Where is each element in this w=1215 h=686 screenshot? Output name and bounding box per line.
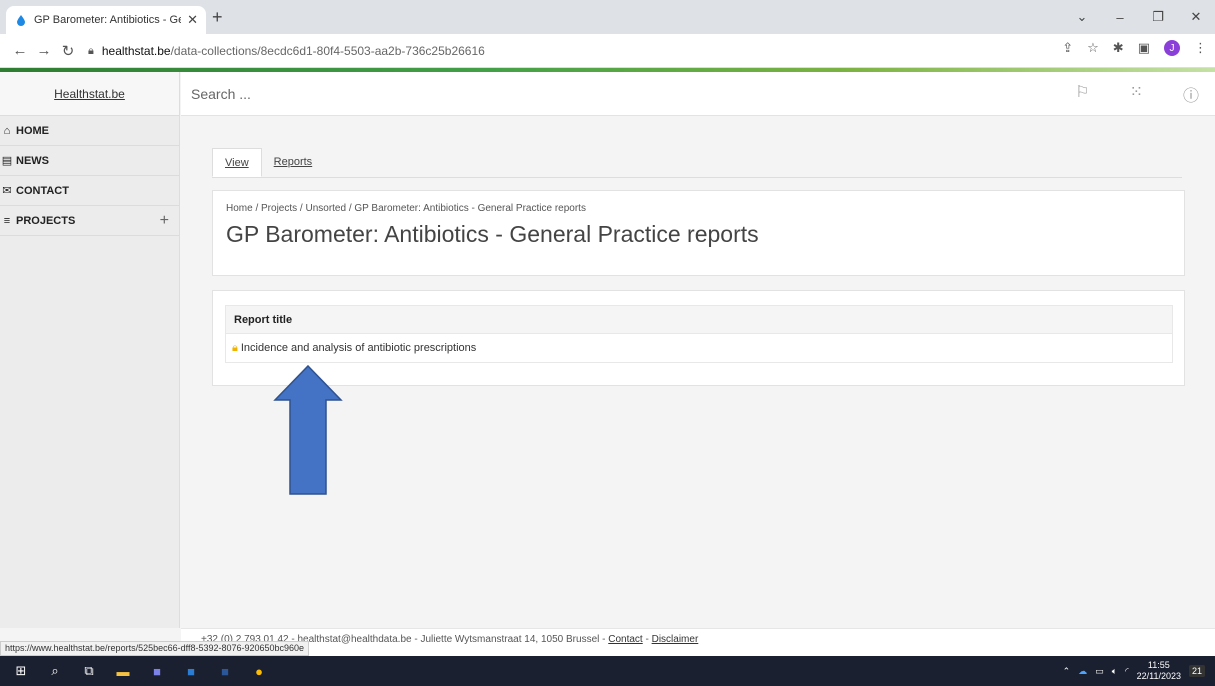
minimize-icon[interactable]: – (1101, 10, 1139, 25)
news-icon: ▤ (1, 155, 13, 167)
brand-link[interactable]: Healthstat.be (54, 87, 125, 101)
breadcrumb[interactable]: Home / Projects / Unsorted / GP Baromete… (226, 203, 586, 214)
sidebar-item-contact[interactable]: ✉ CONTACT (0, 176, 179, 206)
flag-icon[interactable]: ⚐ (1075, 82, 1089, 106)
page-title: GP Barometer: Antibiotics - General Prac… (226, 221, 759, 247)
sidebar-item-label: PROJECTS (16, 214, 76, 227)
chrome-icon[interactable]: ● (246, 660, 272, 682)
chevron-up-icon[interactable]: ⌃ (1063, 666, 1071, 677)
home-icon: ⌂ (3, 124, 11, 137)
system-tray: ⌃ ☁ ▭ 🔈︎ ◜ 11:55 22/11/2023 21 (1063, 656, 1205, 686)
menu-icon[interactable]: ⋮ (1194, 40, 1207, 56)
chevron-down-icon[interactable]: ⌄ (1063, 9, 1101, 25)
teams-icon[interactable]: ■ (144, 660, 170, 682)
notifications-badge[interactable]: 21 (1188, 665, 1205, 677)
table-row[interactable]: 🔒︎ Incidence and analysis of antibiotic … (226, 334, 1172, 362)
url-field[interactable]: 🔒︎ healthstat.be /data-collections/8ecdc… (88, 40, 485, 62)
lock-icon: 🔒︎ (232, 341, 238, 354)
annotation-arrow (273, 364, 343, 495)
share-icon[interactable]: ⇪ (1062, 40, 1073, 56)
footer-separator: - (642, 634, 652, 645)
sidebar-item-label: NEWS (16, 154, 49, 167)
sidebar-item-home[interactable]: ⌂ HOME (0, 116, 179, 146)
browser-tabbar: GP Barometer: Antibiotics - Gen ✕ + ⌄ – … (0, 0, 1215, 34)
table-header: Report title (226, 306, 1172, 334)
plus-icon[interactable]: + (160, 212, 169, 230)
search-icon[interactable]: ⌕ (42, 660, 68, 682)
user-icon[interactable]: ⓘ (1183, 82, 1199, 106)
taskbar: ⊞ ⌕ ⧉ ▬ ■ ■ ■ ● ⌃ ☁ ▭ 🔈︎ ◜ 11:55 22/11/2… (0, 656, 1215, 686)
lock-icon: 🔒︎ (88, 44, 94, 57)
volume-icon[interactable]: 🔈︎ (1112, 666, 1117, 677)
tab-view[interactable]: View (212, 148, 262, 177)
sidebar-item-label: CONTACT (16, 184, 69, 197)
close-window-icon[interactable]: ✕ (1177, 9, 1215, 25)
reload-icon[interactable]: ↻ (56, 42, 80, 60)
sidebar-item-news[interactable]: ▤ NEWS (0, 146, 179, 176)
page-header-card: Home / Projects / Unsorted / GP Baromete… (212, 190, 1185, 276)
extensions-icon[interactable]: ✱ (1113, 40, 1124, 56)
footer-disclaimer-link[interactable]: Disclaimer (652, 634, 699, 645)
brand: Healthstat.be (0, 72, 179, 116)
url-domain: healthstat.be (101, 44, 171, 58)
clock[interactable]: 11:55 22/11/2023 (1137, 660, 1181, 682)
reports-card: Report title 🔒︎ Incidence and analysis o… (212, 290, 1185, 386)
report-title-link[interactable]: Incidence and analysis of antibiotic pre… (241, 342, 476, 354)
window-controls: ⌄ – ❐ ✕ (1063, 0, 1215, 34)
footer: +32 (0) 2 793 01 42 - healthstat@healthd… (181, 628, 1215, 656)
star-icon[interactable]: ☆ (1087, 40, 1099, 56)
windows-start-icon[interactable]: ⊞ (8, 660, 34, 682)
sidepanel-icon[interactable]: ▣ (1138, 40, 1150, 56)
url-path: /data-collections/8ecdc6d1-80f4-5503-aa2… (170, 44, 485, 58)
topbar: Search ... ⚐ ⁙ ⓘ (181, 72, 1215, 116)
word-icon[interactable]: ■ (212, 660, 238, 682)
apps-grid-icon[interactable]: ⁙ (1130, 82, 1143, 106)
profile-avatar[interactable]: J (1164, 40, 1180, 56)
forward-icon[interactable]: → (32, 42, 56, 59)
wifi-icon[interactable]: ◜ (1125, 666, 1129, 677)
file-explorer-icon[interactable]: ▬ (110, 660, 136, 682)
task-view-icon[interactable]: ⧉ (76, 660, 102, 682)
close-icon[interactable]: ✕ (187, 12, 198, 28)
new-tab-button[interactable]: + (212, 8, 223, 26)
drop-icon (14, 13, 28, 27)
sidebar-item-projects[interactable]: ≡ PROJECTS + (0, 206, 179, 236)
footer-contact-link[interactable]: Contact (608, 634, 642, 645)
outlook-icon[interactable]: ■ (178, 660, 204, 682)
topbar-icons: ⚐ ⁙ ⓘ (1075, 82, 1199, 106)
address-bar: ← → ↻ 🔒︎ healthstat.be /data-collections… (0, 34, 1215, 68)
clock-date: 22/11/2023 (1136, 671, 1181, 681)
clock-time: 11:55 (1147, 660, 1170, 670)
search-input[interactable]: Search ... (191, 86, 251, 102)
sidebar-item-label: HOME (16, 124, 49, 137)
tab-reports[interactable]: Reports (262, 148, 325, 177)
browser-toolbar-icons: ⇪ ☆ ✱ ▣ J ⋮ (1062, 40, 1207, 56)
browser-tab[interactable]: GP Barometer: Antibiotics - Gen ✕ (6, 6, 206, 34)
envelope-icon: ✉ (2, 185, 12, 197)
battery-icon[interactable]: ▭ (1095, 666, 1104, 677)
database-icon: ≡ (3, 214, 11, 227)
restore-icon[interactable]: ❐ (1139, 9, 1177, 25)
back-icon[interactable]: ← (8, 42, 32, 59)
cloud-icon[interactable]: ☁ (1078, 666, 1087, 677)
tab-title: GP Barometer: Antibiotics - Gen (34, 14, 182, 26)
status-url-tooltip: https://www.healthstat.be/reports/525bec… (0, 641, 310, 656)
sidebar: Healthstat.be ⌂ HOME ▤ NEWS ✉ CONTACT ≡ … (0, 72, 180, 628)
page-tabs: View Reports (212, 148, 1182, 178)
reports-table: Report title 🔒︎ Incidence and analysis o… (225, 305, 1173, 363)
